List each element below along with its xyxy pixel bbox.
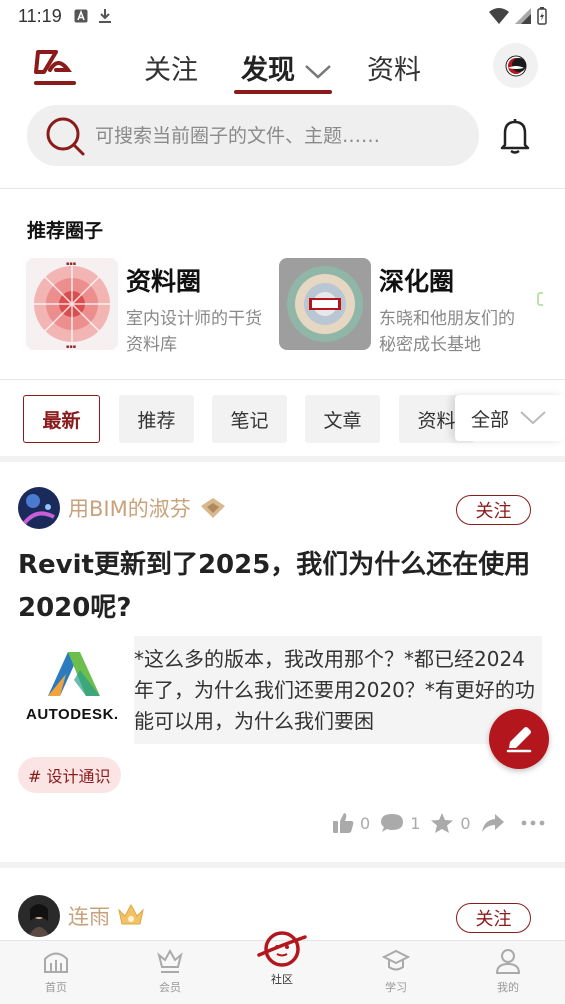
pen-icon xyxy=(506,727,532,753)
nav-me-label: 我的 xyxy=(497,981,519,994)
chip-notes[interactable]: 笔记 xyxy=(212,395,287,443)
member-crown-icon xyxy=(157,948,183,973)
chevron-down-icon xyxy=(305,64,332,79)
circle-name: 深化圈 xyxy=(379,267,455,296)
star-icon xyxy=(431,813,454,833)
planet-icon xyxy=(257,931,307,967)
favorite-count: 0 xyxy=(460,813,471,833)
topic-tag[interactable]: # 设计通识 xyxy=(18,757,121,793)
more-button[interactable] xyxy=(521,819,551,827)
share-icon xyxy=(481,814,504,832)
tab-follow[interactable]: 关注 xyxy=(144,48,198,87)
battery-icon xyxy=(537,7,547,25)
avatar[interactable] xyxy=(18,487,60,529)
nav-learn[interactable]: 学习 xyxy=(356,947,436,995)
search-bar[interactable] xyxy=(27,105,479,166)
active-tab-indicator xyxy=(234,90,332,94)
nav-home-label: 首页 xyxy=(45,981,67,994)
notification-a-icon xyxy=(74,9,88,23)
top-navigation: 关注 发现 资料 xyxy=(0,38,565,98)
signal-icon xyxy=(515,8,531,24)
nav-learn-label: 学习 xyxy=(385,981,407,994)
author-name: 用BIM的淑芬 xyxy=(68,497,191,521)
nav-community[interactable]: 社区 xyxy=(242,927,322,987)
chip-recommended[interactable]: 推荐 xyxy=(119,395,194,443)
post-actions: 0 1 0 xyxy=(332,808,561,838)
bottom-navigation: 首页 会员 社区 学习 我的 xyxy=(0,931,565,1004)
moon-icon xyxy=(505,55,526,76)
all-filter-label: 全部 xyxy=(471,408,510,431)
circle-card-materials[interactable]: ▪▪▪ ▪▪▪ 资料圈 室内设计师的干货资料库 xyxy=(26,258,276,358)
follow-button[interactable]: 关注 xyxy=(456,903,531,933)
follow-button[interactable]: 关注 xyxy=(456,495,531,525)
wifi-icon xyxy=(489,8,509,24)
bell-icon[interactable] xyxy=(497,117,533,155)
download-icon xyxy=(98,9,111,23)
post-thumbnail: AUTODESK. xyxy=(18,636,128,744)
divider xyxy=(0,379,565,380)
divider xyxy=(0,862,565,868)
favorite-button[interactable]: 0 xyxy=(430,812,471,834)
comment-icon xyxy=(381,814,404,832)
circle-card-deepening[interactable]: 深化圈 东晓和他朋友们的秘密成长基地 xyxy=(279,258,529,358)
post-excerpt: *这么多的版本，我改用那个？*都已经2024年了，为什么我们还要用2020？*有… xyxy=(134,636,542,744)
vip-badge-icon xyxy=(200,498,225,518)
like-count: 0 xyxy=(360,813,371,833)
like-button[interactable]: 0 xyxy=(332,812,370,834)
chevron-down-icon xyxy=(520,411,546,425)
nav-member-label: 会员 xyxy=(159,981,181,994)
svg-text:▪▪▪: ▪▪▪ xyxy=(66,261,76,267)
status-bar: 11:19 xyxy=(0,0,565,32)
theme-toggle-button[interactable] xyxy=(493,43,538,88)
nav-home[interactable]: 首页 xyxy=(16,947,96,995)
user-icon xyxy=(495,949,521,974)
comment-button[interactable]: 1 xyxy=(380,812,420,834)
circle-thumbnail: ▪▪▪ ▪▪▪ xyxy=(26,258,118,350)
post-author[interactable]: 连雨 xyxy=(18,895,146,937)
status-time: 11:19 xyxy=(18,5,62,26)
avatar[interactable] xyxy=(18,895,60,937)
circle-name: 资料圈 xyxy=(126,267,202,296)
tab-discover-label: 发现 xyxy=(241,55,295,86)
recommended-title: 推荐圈子 xyxy=(27,220,104,242)
chip-articles[interactable]: 文章 xyxy=(305,395,380,443)
scroll-peek-indicator xyxy=(537,292,543,306)
tab-materials[interactable]: 资料 xyxy=(367,48,421,87)
search-icon xyxy=(46,117,85,155)
nav-member[interactable]: 会员 xyxy=(130,947,210,995)
nav-me[interactable]: 我的 xyxy=(468,947,548,995)
create-post-button[interactable] xyxy=(489,709,549,769)
app-logo-icon[interactable] xyxy=(30,46,80,90)
circle-desc: 室内设计师的干货资料库 xyxy=(126,309,262,355)
crown-badge-icon xyxy=(118,903,144,925)
search-input[interactable] xyxy=(95,124,455,147)
share-button[interactable] xyxy=(481,812,511,834)
divider xyxy=(0,456,565,462)
graduation-cap-icon xyxy=(382,949,410,971)
tab-discover[interactable]: 发现 xyxy=(241,48,332,87)
divider xyxy=(0,188,565,189)
more-icon xyxy=(521,820,544,826)
circle-desc: 东晓和他朋友们的秘密成长基地 xyxy=(379,309,515,355)
circle-thumbnail xyxy=(279,258,371,350)
autodesk-wordmark: AUTODESK. xyxy=(26,706,119,723)
chip-latest[interactable]: 最新 xyxy=(23,395,100,443)
post-title[interactable]: Revit更新到了2025，我们为什么还在使用2020呢? xyxy=(18,544,548,630)
post-content[interactable]: AUTODESK. *这么多的版本，我改用那个？*都已经2024年了，为什么我们… xyxy=(18,636,542,744)
author-name: 连雨 xyxy=(68,905,110,929)
post-author[interactable]: 用BIM的淑芬 xyxy=(18,487,227,529)
all-filter-dropdown[interactable]: 全部 xyxy=(455,395,565,441)
nav-community-label: 社区 xyxy=(271,973,293,986)
comment-count: 1 xyxy=(410,813,421,833)
svg-text:▪▪▪: ▪▪▪ xyxy=(66,344,76,350)
thumbs-up-icon xyxy=(333,813,354,833)
home-icon xyxy=(44,952,68,973)
